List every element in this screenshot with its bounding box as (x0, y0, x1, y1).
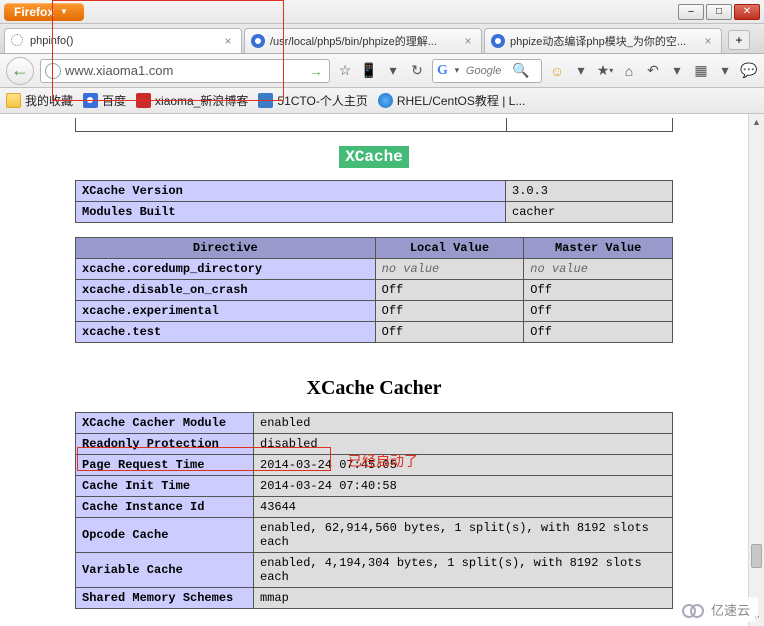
partial-table-bottom (75, 118, 673, 132)
dropdown-icon[interactable]: ▾ (668, 62, 686, 80)
page-content: XCache XCache Version3.0.3 Modules Built… (0, 114, 748, 626)
reload-icon[interactable]: ↻ (408, 62, 426, 80)
table-header-row: Directive Local Value Master Value (76, 238, 673, 259)
magnify-icon[interactable]: 🔍 (512, 62, 530, 80)
tab-phpinfo[interactable]: phpinfo() × (4, 28, 242, 53)
site-icon (378, 93, 393, 108)
undo-icon[interactable]: ↶ (644, 62, 662, 80)
table-row: xcache.coredump_directoryno valueno valu… (76, 259, 673, 280)
table-row: xcache.experimentalOffOff (76, 301, 673, 322)
table-row: XCache Version3.0.3 (76, 181, 673, 202)
table-row: Shared Memory Schemesmmap (76, 588, 673, 609)
tab-groups-icon[interactable]: ▦ (692, 62, 710, 80)
watermark: 亿速云 (674, 597, 758, 622)
minimize-button[interactable]: – (678, 4, 704, 20)
back-button[interactable]: ← (6, 57, 34, 85)
watermark-text: 亿速云 (711, 600, 750, 619)
feedback-icon[interactable]: 💬 (740, 62, 758, 80)
table-row: Opcode Cacheenabled, 62,914,560 bytes, 1… (76, 518, 673, 553)
google-icon: G (437, 63, 448, 79)
dropdown-icon: ▼ (60, 7, 68, 16)
xcache-directives-table: Directive Local Value Master Value xcach… (75, 237, 673, 343)
watermark-logo-icon (682, 603, 706, 617)
navigation-toolbar: ← → ☆ 📱 ▾ ↻ G ▾ 🔍 ☺ ▾ ★▾ ⌂ ↶ ▾ ▦ ▾ 💬 (0, 54, 764, 88)
baidu-icon (83, 93, 98, 108)
xcache-cacher-table: XCache Cacher Moduleenabled Readonly Pro… (75, 412, 673, 609)
firefox-menu-button[interactable]: Firefox ▼ (4, 3, 84, 21)
tab-title: phpize动态编译php模块_为你的空... (510, 33, 697, 49)
bookmark-xiaoma[interactable]: xiaoma_新浪博客 (136, 92, 248, 109)
tab-phpize-module[interactable]: phpize动态编译php模块_为你的空... × (484, 28, 722, 53)
tab-title: phpinfo() (30, 35, 217, 47)
table-row: xcache.testOffOff (76, 322, 673, 343)
vertical-scrollbar[interactable]: ▲ ▼ (748, 114, 764, 626)
table-row: Variable Cacheenabled, 4,194,304 bytes, … (76, 553, 673, 588)
tab-close-icon[interactable]: × (221, 34, 235, 48)
annotation-text: 已经启动了 (348, 451, 418, 471)
tab-title: /usr/local/php5/bin/phpize的理解... (270, 33, 457, 49)
dropdown-icon[interactable]: ▾ (572, 62, 590, 80)
go-icon[interactable]: → (309, 63, 323, 79)
bookmarks-toolbar: 我的收藏 百度 xiaoma_新浪博客 51CTO-个人主页 RHEL/Cent… (0, 88, 764, 114)
table-row: xcache.disable_on_crashOffOff (76, 280, 673, 301)
table-row: Modules Builtcacher (76, 202, 673, 223)
bookmarks-menu-icon[interactable]: ★▾ (596, 62, 614, 80)
site-icon (258, 93, 273, 108)
folder-icon (6, 93, 21, 108)
bookmark-baidu[interactable]: 百度 (83, 92, 126, 109)
table-row: XCache Cacher Moduleenabled (76, 413, 673, 434)
loading-icon (11, 34, 25, 48)
site-icon (136, 93, 151, 108)
search-input[interactable] (466, 65, 512, 77)
table-row: Cache Init Time2014-03-24 07:40:58 (76, 476, 673, 497)
baidu-icon (491, 34, 505, 48)
tab-phpize-doc[interactable]: /usr/local/php5/bin/phpize的理解... × (244, 28, 482, 53)
firefox-label: Firefox (14, 5, 54, 19)
search-engine-dropdown-icon[interactable]: ▾ (448, 62, 466, 80)
new-tab-button[interactable]: + (728, 30, 750, 50)
bookmark-star-icon[interactable]: ☆ (336, 62, 354, 80)
xcache-version-table: XCache Version3.0.3 Modules Builtcacher (75, 180, 673, 223)
close-button[interactable]: ✕ (734, 4, 760, 20)
window-titlebar: Firefox ▼ – □ ✕ (0, 0, 764, 24)
xcache-section-header: XCache (0, 148, 748, 166)
smiley-icon[interactable]: ☺ (548, 62, 566, 80)
url-bar[interactable]: → (40, 59, 330, 83)
search-box[interactable]: G ▾ 🔍 (432, 59, 542, 83)
scroll-up-icon[interactable]: ▲ (749, 114, 764, 130)
tab-bar: phpinfo() × /usr/local/php5/bin/phpize的理… (0, 24, 764, 54)
bookmark-51cto[interactable]: 51CTO-个人主页 (258, 92, 367, 109)
tab-close-icon[interactable]: × (461, 34, 475, 48)
home-icon[interactable]: ⌂ (620, 62, 638, 80)
tab-close-icon[interactable]: × (701, 34, 715, 48)
baidu-icon (251, 34, 265, 48)
bookmark-rhel[interactable]: RHEL/CentOS教程 | L... (378, 92, 526, 109)
globe-icon (45, 63, 61, 79)
xcache-cacher-heading: XCache Cacher (0, 377, 748, 400)
table-row: Cache Instance Id43644 (76, 497, 673, 518)
dropdown-icon[interactable]: ▾ (716, 62, 734, 80)
mobile-icon[interactable]: 📱 (360, 62, 378, 80)
url-input[interactable] (65, 63, 307, 78)
history-dropdown-icon[interactable]: ▾ (384, 62, 402, 80)
maximize-button[interactable]: □ (706, 4, 732, 20)
scroll-thumb[interactable] (751, 544, 762, 568)
bookmark-favorites[interactable]: 我的收藏 (6, 92, 73, 109)
